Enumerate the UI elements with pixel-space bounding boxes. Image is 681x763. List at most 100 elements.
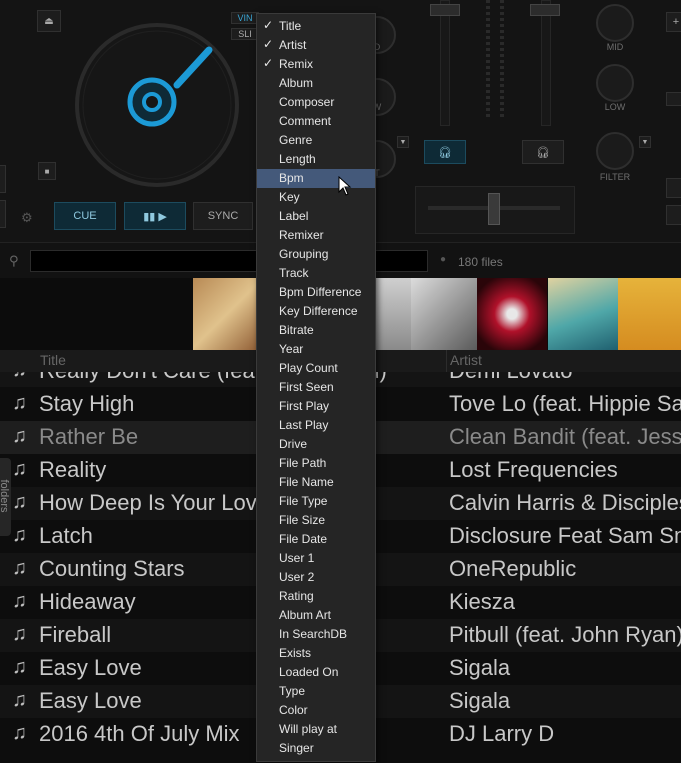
menu-item-label: File Type: [279, 494, 328, 508]
eq-knob-low-right[interactable]: [596, 64, 634, 102]
menu-item-key-difference[interactable]: Key Difference: [257, 302, 375, 321]
menu-item-bpm[interactable]: Bpm: [257, 169, 375, 188]
menu-item-label: Key: [279, 190, 300, 204]
menu-item-album[interactable]: Album: [257, 74, 375, 93]
menu-item-file-size[interactable]: File Size: [257, 511, 375, 530]
menu-item-label: Composer: [279, 95, 335, 109]
menu-item-first-seen[interactable]: First Seen: [257, 378, 375, 397]
fader-handle-left[interactable]: [430, 4, 460, 16]
menu-item-label: Remix: [279, 57, 314, 71]
right-edge-button-2[interactable]: [666, 92, 681, 106]
menu-item-first-play[interactable]: First Play: [257, 397, 375, 416]
side-pad-2[interactable]: [0, 200, 6, 228]
menu-item-key[interactable]: Key: [257, 188, 375, 207]
menu-item-file-type[interactable]: File Type: [257, 492, 375, 511]
menu-item-label[interactable]: Label: [257, 207, 375, 226]
menu-item-bpm-difference[interactable]: Bpm Difference: [257, 283, 375, 302]
right-edge-button-4[interactable]: [666, 205, 681, 225]
menu-item-loaded-on[interactable]: Loaded On: [257, 663, 375, 682]
cover-art-3[interactable]: [375, 278, 411, 350]
menu-item-label: Year: [279, 342, 304, 356]
menu-item-user-1[interactable]: User 1: [257, 549, 375, 568]
menu-item-album-art[interactable]: Album Art: [257, 606, 375, 625]
music-note-icon: ♫: [12, 722, 27, 744]
music-note-icon: ♫: [12, 557, 27, 579]
menu-item-label: First Seen: [279, 380, 334, 394]
folders-tab[interactable]: folders: [0, 458, 11, 536]
dropdown-arrow-left[interactable]: ▼: [397, 136, 409, 148]
menu-item-file-date[interactable]: File Date: [257, 530, 375, 549]
menu-item-comment[interactable]: Comment: [257, 112, 375, 131]
settings-gear-icon[interactable]: ⚙: [21, 210, 33, 226]
sync-button[interactable]: SYNC: [193, 202, 253, 230]
menu-item-singer[interactable]: Singer: [257, 739, 375, 758]
menu-item-will-play-at[interactable]: Will play at: [257, 720, 375, 739]
menu-item-track[interactable]: Track: [257, 264, 375, 283]
column-divider: [446, 350, 447, 372]
music-note-icon: ♫: [12, 425, 27, 447]
right-edge-button-1[interactable]: +: [666, 12, 681, 32]
eject-button[interactable]: ⏏: [37, 10, 61, 32]
column-header-title[interactable]: Title: [40, 352, 66, 368]
menu-item-label: File Size: [279, 513, 326, 527]
menu-item-rating[interactable]: Rating: [257, 587, 375, 606]
menu-item-drive[interactable]: Drive: [257, 435, 375, 454]
menu-item-bitrate[interactable]: Bitrate: [257, 321, 375, 340]
crossfader-handle[interactable]: [488, 193, 500, 225]
menu-item-label: Color: [279, 703, 308, 717]
menu-item-label: Will play at: [279, 722, 338, 736]
menu-item-user-2[interactable]: User 2: [257, 568, 375, 587]
filter-knob-right[interactable]: [596, 132, 634, 170]
vinyl-button[interactable]: VIN: [231, 12, 259, 24]
cover-art-7[interactable]: [618, 278, 681, 350]
slip-button[interactable]: SLI: [231, 28, 259, 40]
track-artist: Tove Lo (feat. Hippie Sabotage): [449, 391, 681, 416]
track-artist: DJ Larry D: [449, 721, 555, 746]
menu-item-file-path[interactable]: File Path: [257, 454, 375, 473]
menu-item-remixer[interactable]: Remixer: [257, 226, 375, 245]
menu-item-length[interactable]: Length: [257, 150, 375, 169]
dropdown-arrow-right[interactable]: ▼: [639, 136, 651, 148]
menu-item-year[interactable]: Year: [257, 340, 375, 359]
side-pad-1[interactable]: [0, 165, 6, 193]
menu-item-artist[interactable]: ✓ Artist: [257, 36, 375, 55]
eq-knob-high-right[interactable]: [596, 4, 634, 42]
cover-art-5[interactable]: [477, 278, 547, 350]
headphone-cue-right[interactable]: 🎧︎: [522, 140, 564, 164]
menu-item-title[interactable]: ✓ Title: [257, 17, 375, 36]
menu-item-label: Track: [279, 266, 309, 280]
stop-button[interactable]: ■: [38, 162, 56, 180]
fader-handle-right[interactable]: [530, 4, 560, 16]
cue-button[interactable]: CUE: [54, 202, 116, 230]
menu-item-label: File Name: [279, 475, 334, 489]
column-chooser-menu: ✓ Title ✓ Artist ✓ Remix Album Composer Comment G…: [256, 13, 376, 762]
menu-item-last-play[interactable]: Last Play: [257, 416, 375, 435]
play-pause-button[interactable]: ▮▮ ▶: [124, 202, 186, 230]
menu-item-in-searchdb[interactable]: In SearchDB: [257, 625, 375, 644]
right-edge-button-3[interactable]: [666, 178, 681, 198]
eq-knob-mid-label: MID: [606, 42, 624, 52]
fader-track-right[interactable]: [541, 0, 551, 126]
menu-item-exists[interactable]: Exists: [257, 644, 375, 663]
column-header-artist[interactable]: Artist: [450, 352, 482, 368]
jog-wheel[interactable]: [72, 20, 242, 190]
track-title: 2016 4th Of July Mix: [39, 721, 240, 746]
headphone-cue-left[interactable]: 🎧︎: [424, 140, 466, 164]
menu-item-label: Drive: [279, 437, 308, 451]
menu-item-grouping[interactable]: Grouping: [257, 245, 375, 264]
search-options-dot-icon[interactable]: ●: [440, 254, 446, 265]
menu-item-remix[interactable]: ✓ Remix: [257, 55, 375, 74]
menu-item-play-count[interactable]: Play Count: [257, 359, 375, 378]
menu-item-genre[interactable]: Genre: [257, 131, 375, 150]
cover-art-1[interactable]: [193, 278, 261, 350]
cover-art-6[interactable]: [548, 278, 618, 350]
fader-track-left[interactable]: [440, 0, 450, 126]
menu-item-composer[interactable]: Composer: [257, 93, 375, 112]
menu-item-color[interactable]: Color: [257, 701, 375, 720]
menu-item-label: Album Art: [279, 608, 332, 622]
menu-item-label: Rating: [279, 589, 314, 603]
menu-item-type[interactable]: Type: [257, 682, 375, 701]
cover-art-4[interactable]: [411, 278, 477, 350]
menu-item-label: Genre: [279, 133, 313, 147]
menu-item-file-name[interactable]: File Name: [257, 473, 375, 492]
